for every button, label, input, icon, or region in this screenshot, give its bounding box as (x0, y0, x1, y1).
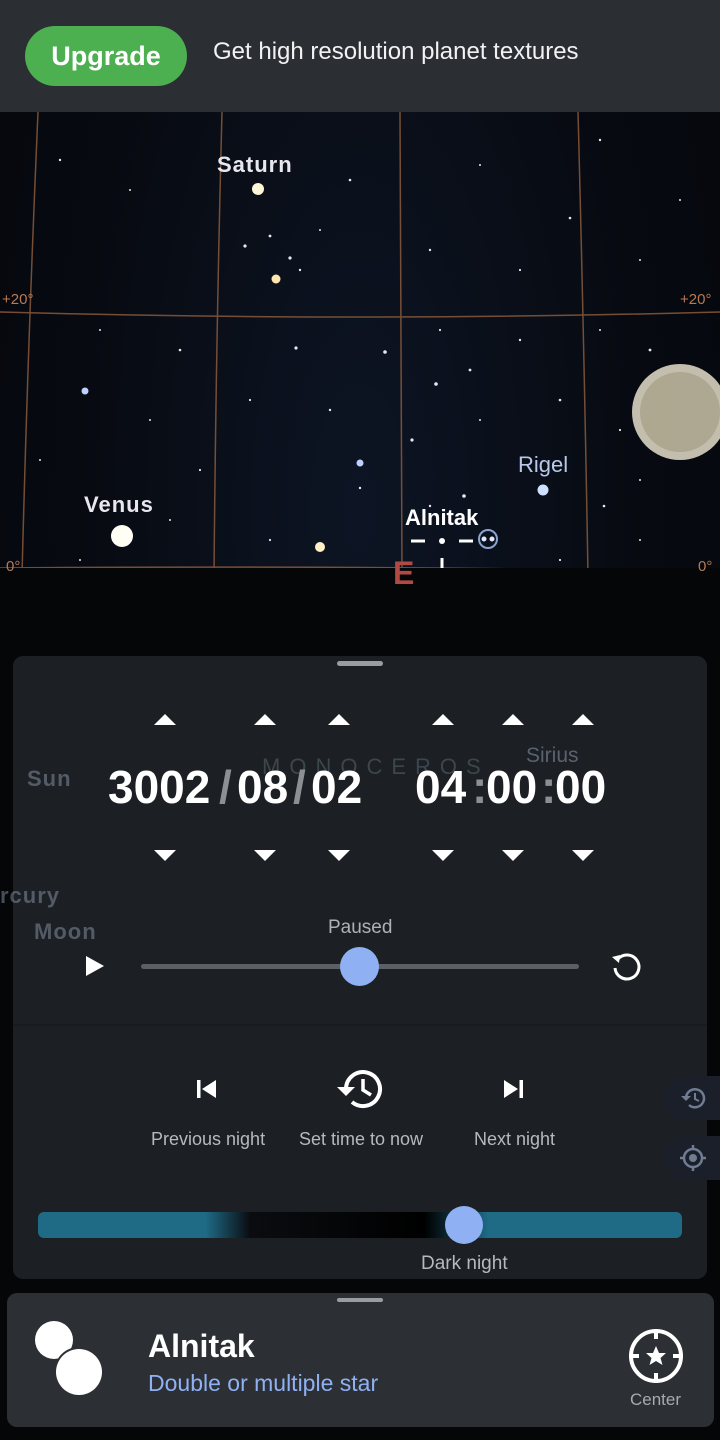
card-drag-handle[interactable] (337, 1298, 383, 1302)
center-label[interactable]: Center (630, 1390, 681, 1410)
panel-drag-handle[interactable] (337, 661, 383, 666)
year-down-icon[interactable] (154, 850, 176, 861)
object-name: Alnitak (148, 1328, 255, 1364)
month-up-icon[interactable] (254, 714, 276, 725)
label-rigel[interactable]: Rigel (518, 452, 568, 478)
target-icon (680, 1145, 706, 1171)
object-info-card[interactable] (7, 1293, 714, 1427)
side-history-button[interactable] (664, 1076, 720, 1120)
grid-label: +20° (2, 291, 34, 308)
hour-value[interactable]: 04 (415, 760, 466, 814)
ghost-label-moon: Moon (34, 919, 97, 944)
label-venus[interactable]: Venus (84, 492, 154, 518)
reset-icon[interactable] (609, 949, 645, 985)
date-separator: / (219, 761, 232, 813)
label-saturn[interactable]: Saturn (217, 152, 293, 178)
label-alnitak[interactable]: Alnitak (405, 505, 478, 531)
object-type[interactable]: Double or multiple star (148, 1370, 378, 1397)
night-level-knob[interactable] (445, 1206, 483, 1244)
month-down-icon[interactable] (254, 850, 276, 861)
upgrade-button[interactable]: Upgrade (25, 26, 187, 86)
day-value[interactable]: 02 (311, 760, 362, 814)
year-value[interactable]: 3002 (108, 760, 210, 814)
minute-value[interactable]: 00 (486, 760, 537, 814)
grid-label: +20° (680, 291, 712, 308)
hour-down-icon[interactable] (432, 850, 454, 861)
history-icon (681, 1088, 706, 1109)
minute-down-icon[interactable] (502, 850, 524, 861)
minute-up-icon[interactable] (502, 714, 524, 725)
next-night-label[interactable]: Next night (474, 1129, 555, 1150)
compass-east: E (393, 555, 415, 591)
month-value[interactable]: 08 (237, 760, 288, 814)
panel-divider (13, 1024, 707, 1026)
night-level-label: Dark night (421, 1253, 508, 1274)
grid-label: 0° (6, 558, 21, 575)
time-status: Paused (328, 917, 393, 938)
year-up-icon[interactable] (154, 714, 176, 725)
ghost-label-mercury: rcury (0, 883, 61, 908)
grid-label: 0° (698, 558, 713, 575)
day-up-icon[interactable] (328, 714, 350, 725)
ghost-label-sun: Sun (27, 766, 72, 791)
play-icon[interactable] (84, 954, 106, 978)
double-star-icon (35, 1321, 104, 1397)
skip-previous-icon[interactable] (194, 1077, 218, 1101)
set-time-now-label[interactable]: Set time to now (299, 1129, 423, 1150)
center-icon[interactable] (626, 1326, 686, 1386)
day-down-icon[interactable] (328, 850, 350, 861)
skip-next-icon[interactable] (502, 1077, 526, 1101)
date-separator: / (293, 761, 306, 813)
banner-text: Get high resolution planet textures (213, 38, 579, 65)
night-level-slider[interactable] (38, 1212, 682, 1238)
hour-up-icon[interactable] (432, 714, 454, 725)
second-down-icon[interactable] (572, 850, 594, 861)
side-target-button[interactable] (664, 1136, 720, 1180)
second-up-icon[interactable] (572, 714, 594, 725)
second-value[interactable]: 00 (555, 760, 606, 814)
history-icon[interactable] (333, 1065, 385, 1113)
time-speed-knob[interactable] (340, 947, 379, 986)
previous-night-label[interactable]: Previous night (151, 1129, 265, 1150)
